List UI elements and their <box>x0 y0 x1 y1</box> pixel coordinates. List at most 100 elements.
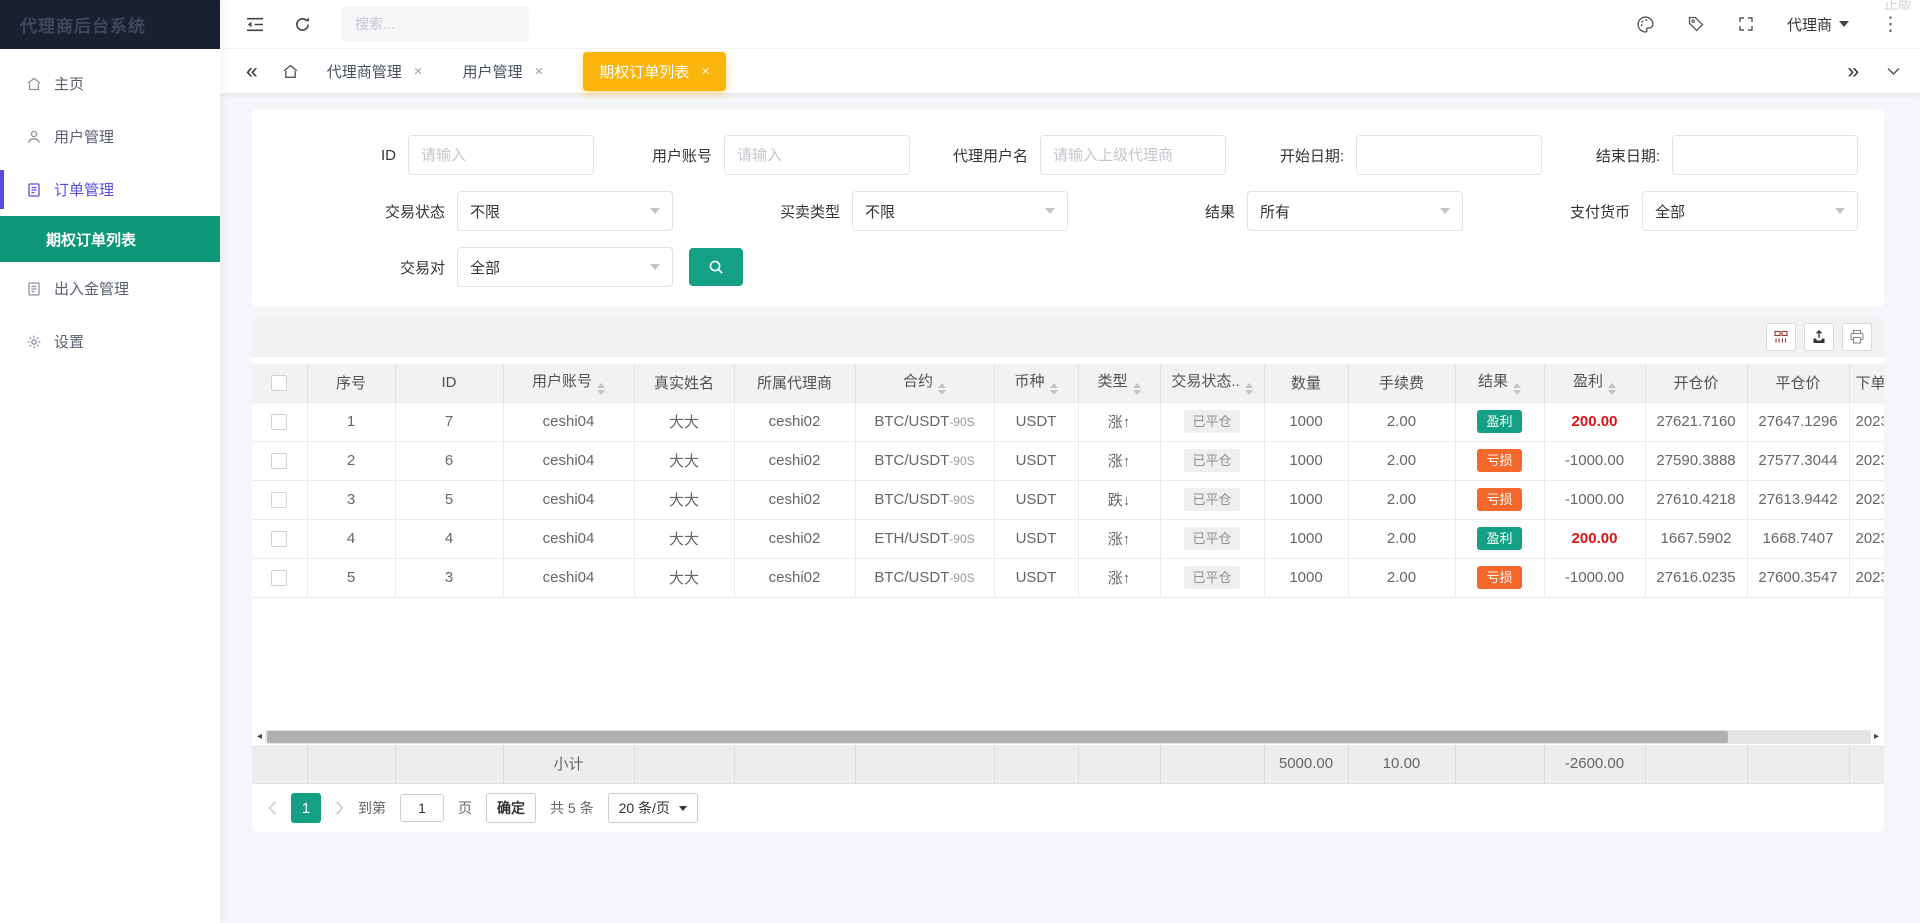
cell-type: 涨↑ <box>1078 558 1160 597</box>
account-input[interactable] <box>724 135 910 175</box>
sidebar-item-option-order-list[interactable]: 期权订单列表 <box>0 216 220 262</box>
filter-account: 用户账号 <box>594 135 910 175</box>
tab-agent-management[interactable]: 代理商管理 × <box>327 61 423 82</box>
select-all-checkbox[interactable] <box>271 375 287 391</box>
close-icon[interactable]: × <box>701 63 710 80</box>
agent-input[interactable] <box>1040 135 1226 175</box>
tabs-scroll-right-icon[interactable]: » <box>1847 61 1859 82</box>
export-button[interactable] <box>1804 323 1834 351</box>
sort-icon[interactable] <box>1245 383 1253 395</box>
row-checkbox[interactable] <box>271 492 287 508</box>
sort-icon[interactable] <box>597 383 605 395</box>
cell-id: 4 <box>395 519 503 558</box>
cell-amount: 1000 <box>1264 402 1348 441</box>
sidebar-item-home[interactable]: 主页 <box>0 57 220 110</box>
sidebar-item-funds-management[interactable]: 出入金管理 <box>0 262 220 315</box>
column-header-agent: 所属代理商 <box>734 364 855 402</box>
start-date-input[interactable] <box>1356 135 1542 175</box>
id-input[interactable] <box>408 135 594 175</box>
column-header-profit[interactable]: 盈利 <box>1544 364 1645 402</box>
sidebar-item-settings[interactable]: 设置 <box>0 315 220 368</box>
search-input[interactable] <box>341 7 529 41</box>
fullscreen-icon[interactable] <box>1737 15 1755 33</box>
scroll-left-icon[interactable]: ◂ <box>257 732 262 742</box>
tag-icon[interactable] <box>1687 15 1705 33</box>
column-header-contract[interactable]: 合约 <box>855 364 994 402</box>
sidebar-item-order-management[interactable]: 订单管理 <box>0 163 220 216</box>
page-size-select[interactable]: 20 条/页 <box>608 793 698 823</box>
columns-filter-button[interactable] <box>1766 323 1796 351</box>
close-icon[interactable]: × <box>414 63 423 80</box>
row-checkbox[interactable] <box>271 414 287 430</box>
cell-account: ceshi04 <box>503 519 634 558</box>
scrollbar-thumb[interactable] <box>267 731 1728 743</box>
sidebar-subitem-label: 期权订单列表 <box>46 229 136 250</box>
refresh-icon[interactable] <box>294 16 311 33</box>
column-label: 用户账号 <box>532 373 592 390</box>
user-menu[interactable]: 代理商 <box>1787 14 1849 35</box>
scroll-right-icon[interactable]: ▸ <box>1874 732 1879 742</box>
cell-fee: 2.00 <box>1348 402 1455 441</box>
sort-icon[interactable] <box>1050 383 1058 395</box>
column-label: 合约 <box>903 373 933 390</box>
currency-select[interactable]: 全部 <box>1642 191 1858 231</box>
column-header-account[interactable]: 用户账号 <box>503 364 634 402</box>
cell-close_price: 27577.3044 <box>1747 441 1849 480</box>
trade-status-select[interactable]: 不限 <box>457 191 673 231</box>
goto-page-input[interactable] <box>400 794 444 822</box>
side-select[interactable]: 不限 <box>852 191 1068 231</box>
close-icon[interactable]: × <box>534 63 543 80</box>
current-page-button[interactable]: 1 <box>291 793 321 823</box>
sort-icon[interactable] <box>1608 383 1616 395</box>
sort-icon[interactable] <box>1133 383 1141 395</box>
filter-side: 买卖类型 不限 <box>673 191 1068 231</box>
sidebar-item-label: 主页 <box>54 73 84 94</box>
filter-trade-status: 交易状态 不限 <box>278 191 673 231</box>
cell-agent: ceshi02 <box>734 558 855 597</box>
kebab-menu-icon[interactable]: ⋮ <box>1881 15 1900 34</box>
end-date-input[interactable] <box>1672 135 1858 175</box>
scrollbar-track[interactable] <box>265 730 1871 744</box>
filter-pair: 交易对 全部 <box>278 247 673 287</box>
search-button[interactable] <box>689 248 743 286</box>
tabs-menu-chevron-icon[interactable] <box>1887 67 1900 76</box>
pair-select[interactable]: 全部 <box>457 247 673 287</box>
theme-palette-icon[interactable] <box>1636 15 1655 34</box>
tab-user-management[interactable]: 用户管理 × <box>462 61 543 82</box>
goto-confirm-button[interactable]: 确定 <box>486 793 536 823</box>
column-header-order_time: 下单时间 <box>1849 364 1884 402</box>
sidebar-item-user-management[interactable]: 用户管理 <box>0 110 220 163</box>
column-header-type[interactable]: 类型 <box>1078 364 1160 402</box>
home-tab-icon[interactable] <box>282 63 299 80</box>
cell-coin: USDT <box>994 441 1078 480</box>
column-label: 手续费 <box>1379 375 1424 392</box>
filter-end-date: 结束日期: <box>1542 135 1858 175</box>
column-header-status[interactable]: 交易状态.. <box>1160 364 1264 402</box>
cell-agent: ceshi02 <box>734 402 855 441</box>
cell-status: 已平仓 <box>1160 480 1264 519</box>
next-page-icon[interactable] <box>335 801 344 815</box>
cell-coin: USDT <box>994 402 1078 441</box>
column-header-coin[interactable]: 币种 <box>994 364 1078 402</box>
table-row: 53ceshi04大大ceshi02BTC/USDT-90SUSDT涨↑已平仓1… <box>252 558 1884 597</box>
prev-page-icon[interactable] <box>268 801 277 815</box>
collapse-sidebar-icon[interactable] <box>246 17 264 32</box>
print-button[interactable] <box>1842 323 1872 351</box>
tab-option-order-list[interactable]: 期权订单列表 × <box>583 52 726 91</box>
column-header-open_price: 开仓价 <box>1645 364 1747 402</box>
row-checkbox[interactable] <box>271 570 287 586</box>
cell-fee: 2.00 <box>1348 558 1455 597</box>
status-badge: 已平仓 <box>1184 488 1239 512</box>
column-header-result[interactable]: 结果 <box>1455 364 1544 402</box>
row-checkbox[interactable] <box>271 531 287 547</box>
sort-icon[interactable] <box>938 383 946 395</box>
sort-icon[interactable] <box>1513 383 1521 395</box>
row-checkbox[interactable] <box>271 453 287 469</box>
column-label: 类型 <box>1097 373 1127 390</box>
result-select[interactable]: 所有 <box>1247 191 1463 231</box>
tabs-scroll-left-icon[interactable]: « <box>246 61 258 82</box>
trade-status-value: 不限 <box>470 201 500 222</box>
summary-cell-agent <box>734 745 855 784</box>
watermark: 正版 <box>1884 0 1912 14</box>
cell-amount: 1000 <box>1264 441 1348 480</box>
